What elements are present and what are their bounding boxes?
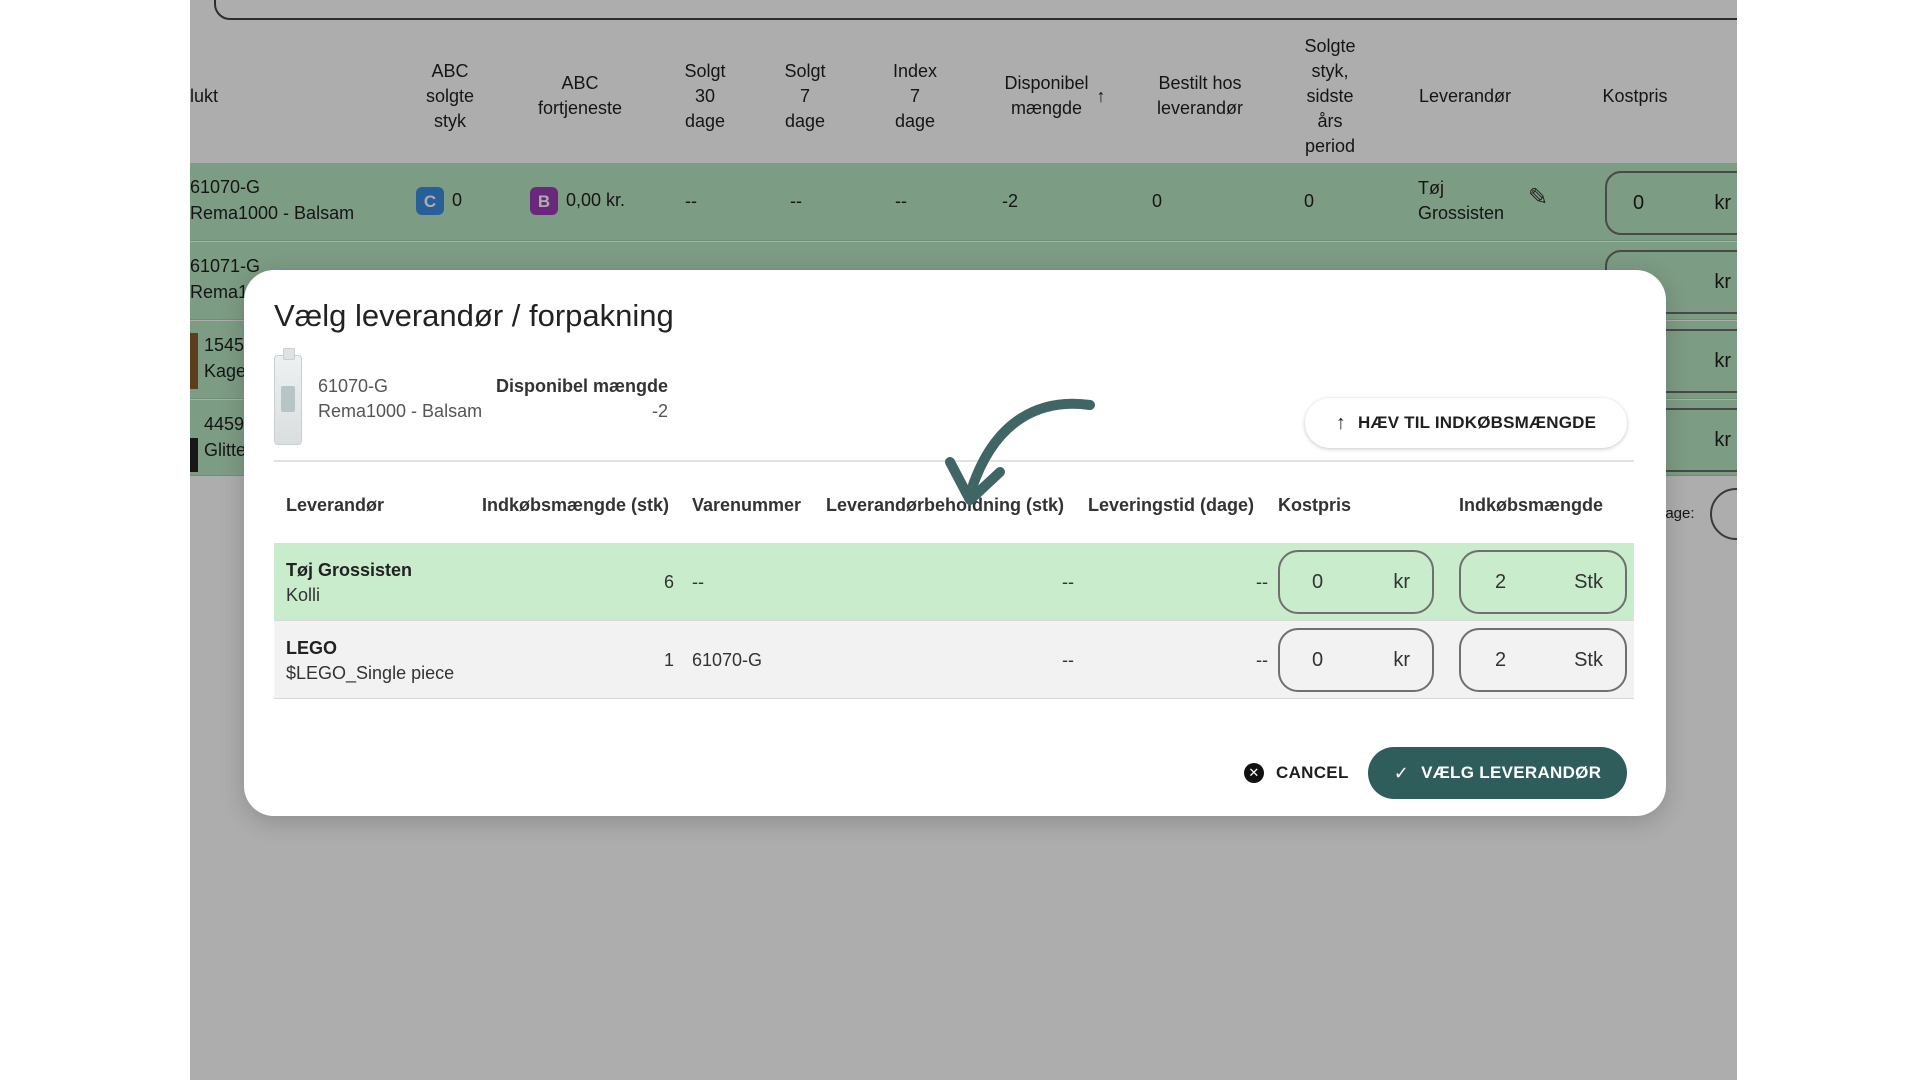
row-purchase-qty-stk: 1 xyxy=(663,650,674,670)
qty-unit: Stk xyxy=(1574,570,1603,593)
col-supplier-stock: Leverandørbeholdning (stk) xyxy=(826,495,1065,515)
col-item-number: Varenummer xyxy=(692,495,802,515)
purchase-qty-input[interactable]: 2 Stk xyxy=(1459,628,1627,692)
col-delivery-time: Leveringstid (dage) xyxy=(1088,495,1255,515)
purchase-qty-input[interactable]: 2 Stk xyxy=(1459,550,1627,614)
row-delivery-time: -- xyxy=(1256,650,1268,670)
cost-value: 0 xyxy=(1312,570,1324,593)
col-purchase-qty: Indkøbsmængde xyxy=(1459,495,1604,515)
row-supplier-name: Tøj Grossisten xyxy=(286,560,413,580)
available-value: -2 xyxy=(651,401,668,421)
qty-unit: Stk xyxy=(1574,648,1603,671)
cost-unit: kr xyxy=(1393,648,1410,671)
supplier-dialog: Vælg leverandør / forpakning 61070-G Rem… xyxy=(244,270,1666,816)
col-cost: Kostpris xyxy=(1278,495,1352,515)
dialog-title: Vælg leverandør / forpakning xyxy=(274,298,674,333)
select-button-label: VÆLG LEVERANDØR xyxy=(1421,763,1602,782)
arrow-up-icon: ↑ xyxy=(1335,411,1347,434)
raise-button-label: HÆV TIL INDKØBSMÆNGDE xyxy=(1358,413,1597,432)
row-item-number: -- xyxy=(692,572,704,592)
check-icon: ✓ xyxy=(1393,762,1410,783)
row-supplier-stock: -- xyxy=(1062,650,1074,670)
row-item-number: 61070-G xyxy=(692,650,763,670)
product-sku: 61070-G xyxy=(318,376,389,396)
qty-value: 2 xyxy=(1495,648,1507,671)
row-supplier-name: LEGO xyxy=(286,638,338,658)
row-supplier-stock: -- xyxy=(1062,572,1074,592)
raise-to-purchase-qty-button[interactable]: ↑ HÆV TIL INDKØBSMÆNGDE xyxy=(1305,398,1627,448)
product-image xyxy=(274,348,302,445)
cost-input[interactable]: 0 kr xyxy=(1278,550,1434,614)
dialog-table-header: Leverandør Indkøbsmængde (stk) Varenumme… xyxy=(274,495,1634,525)
row-package: $LEGO_Single piece xyxy=(286,663,455,683)
row-package: Kolli xyxy=(286,585,321,605)
cost-input[interactable]: 0 kr xyxy=(1278,628,1434,692)
cancel-button-label: CANCEL xyxy=(1276,763,1349,782)
available-label: Disponibel mængde xyxy=(495,376,668,396)
col-supplier: Leverandør xyxy=(286,495,385,515)
qty-value: 2 xyxy=(1495,570,1507,593)
col-purchase-qty-stk: Indkøbsmængde (stk) xyxy=(482,495,670,515)
cancel-button[interactable]: ✕ CANCEL xyxy=(1244,753,1349,793)
row-purchase-qty-stk: 6 xyxy=(663,572,674,592)
row-delivery-time: -- xyxy=(1256,572,1268,592)
app-frame: lukt ABC solgte styk ABC fortjeneste Sol… xyxy=(190,0,1737,1080)
select-supplier-button[interactable]: ✓ VÆLG LEVERANDØR xyxy=(1368,747,1627,799)
close-circle-icon: ✕ xyxy=(1244,763,1264,783)
product-name: Rema1000 - Balsam xyxy=(318,401,483,421)
cost-value: 0 xyxy=(1312,648,1324,671)
divider xyxy=(274,460,1634,462)
supplier-row[interactable]: Tøj Grossisten Kolli 6 -- -- -- 0 kr 2 Stk xyxy=(274,543,1634,621)
supplier-row[interactable]: LEGO $LEGO_Single piece 1 61070-G -- -- … xyxy=(274,621,1634,699)
cost-unit: kr xyxy=(1393,570,1410,593)
